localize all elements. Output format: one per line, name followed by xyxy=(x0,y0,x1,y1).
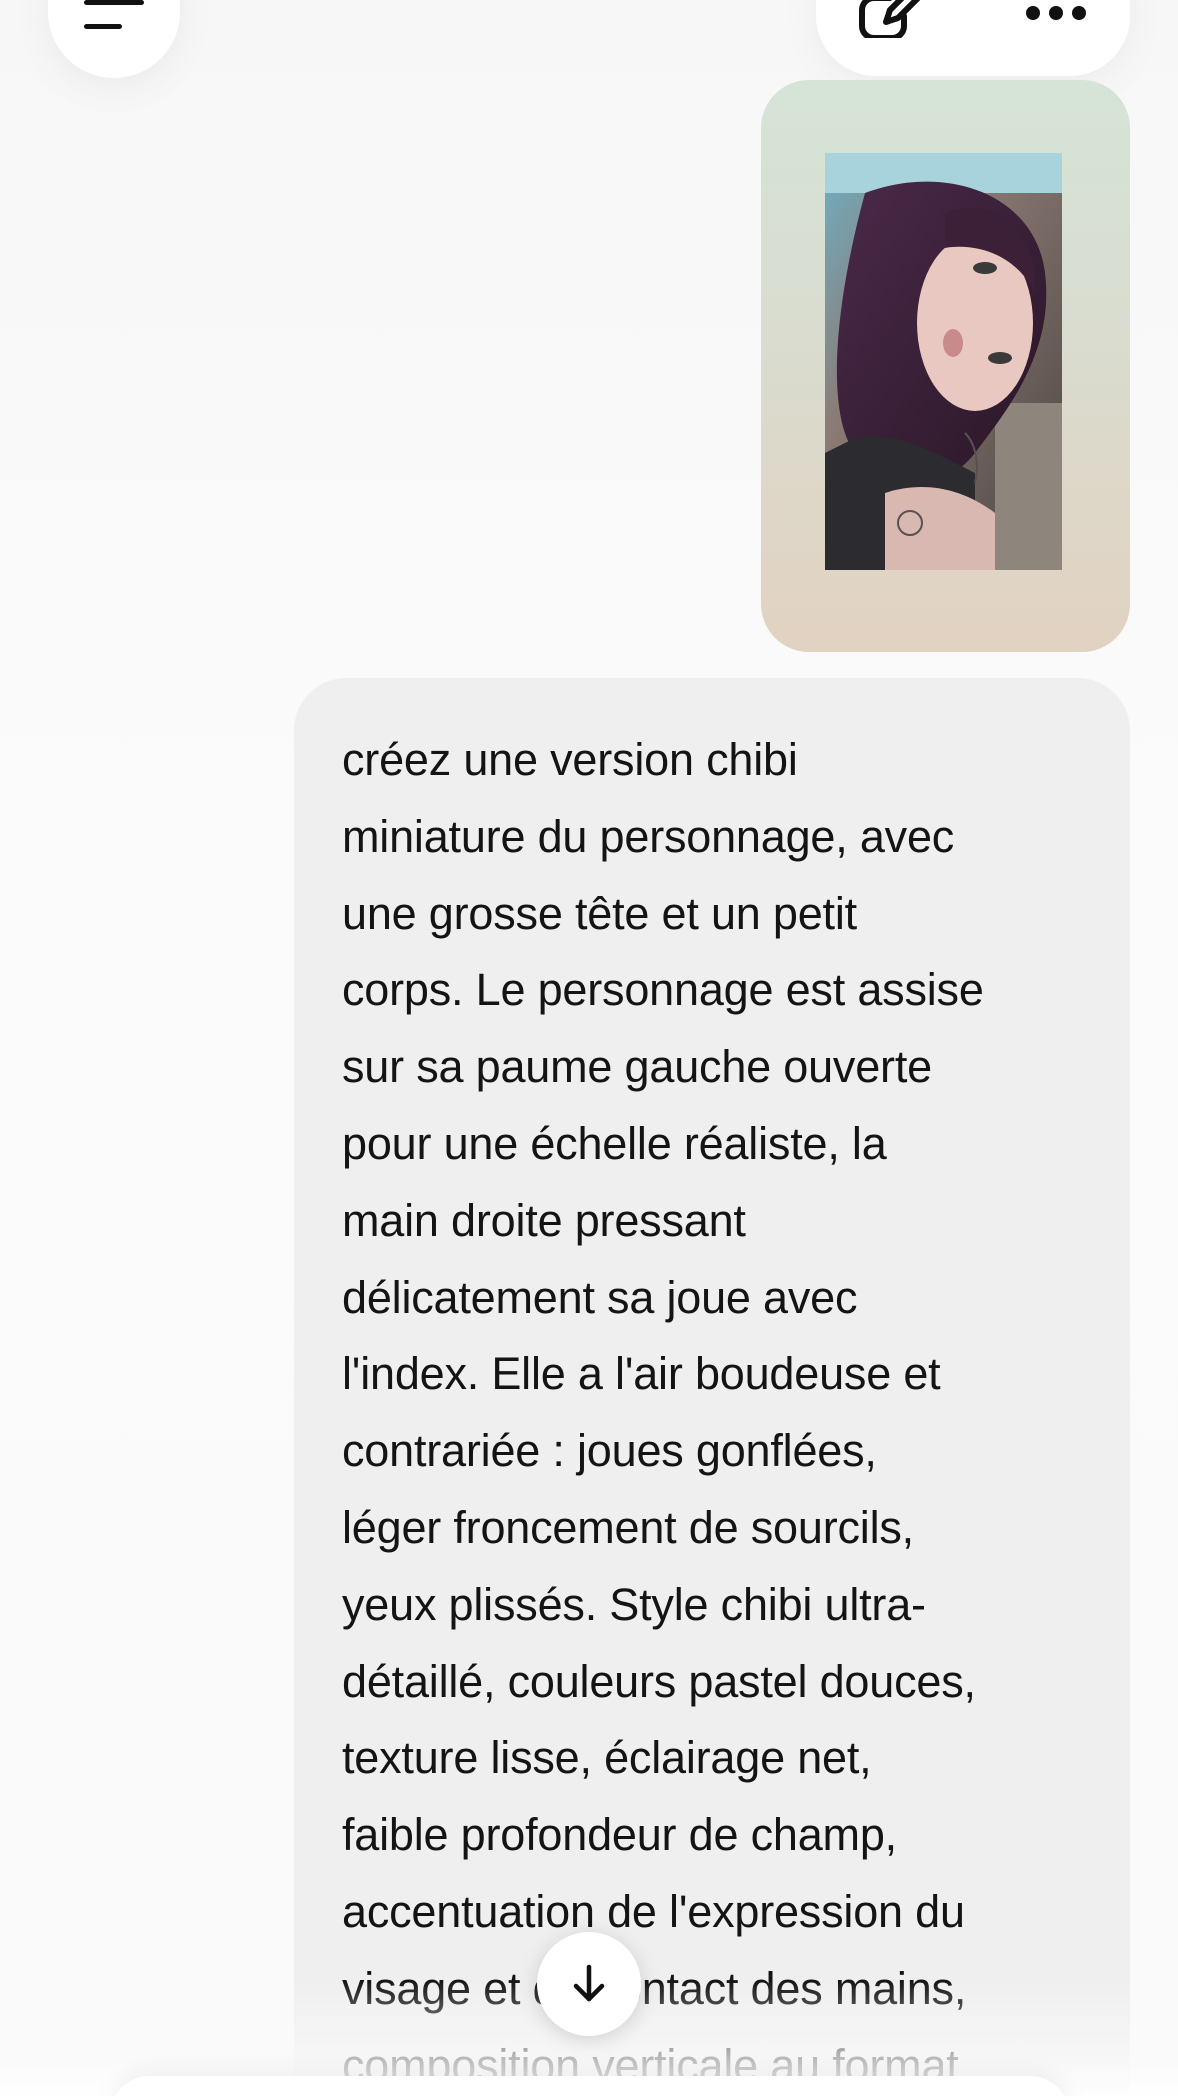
attached-photo[interactable] xyxy=(825,153,1062,570)
menu-button[interactable] xyxy=(48,0,180,78)
more-options-icon[interactable] xyxy=(1026,6,1086,22)
arrow-down-icon xyxy=(573,1964,605,2002)
user-message-bubble: créez une version chibi miniature du per… xyxy=(294,678,1130,2096)
header-actions xyxy=(816,0,1130,76)
chat-screen: créez une version chibi miniature du per… xyxy=(0,0,1178,2096)
menu-icon xyxy=(84,0,144,34)
composer-edge[interactable] xyxy=(110,2076,1070,2096)
attached-image-bubble[interactable] xyxy=(761,80,1130,652)
scroll-to-bottom-button[interactable] xyxy=(537,1932,641,2036)
user-message-text: créez une version chibi miniature du per… xyxy=(342,734,984,2091)
new-chat-edit-icon[interactable] xyxy=(856,0,926,38)
